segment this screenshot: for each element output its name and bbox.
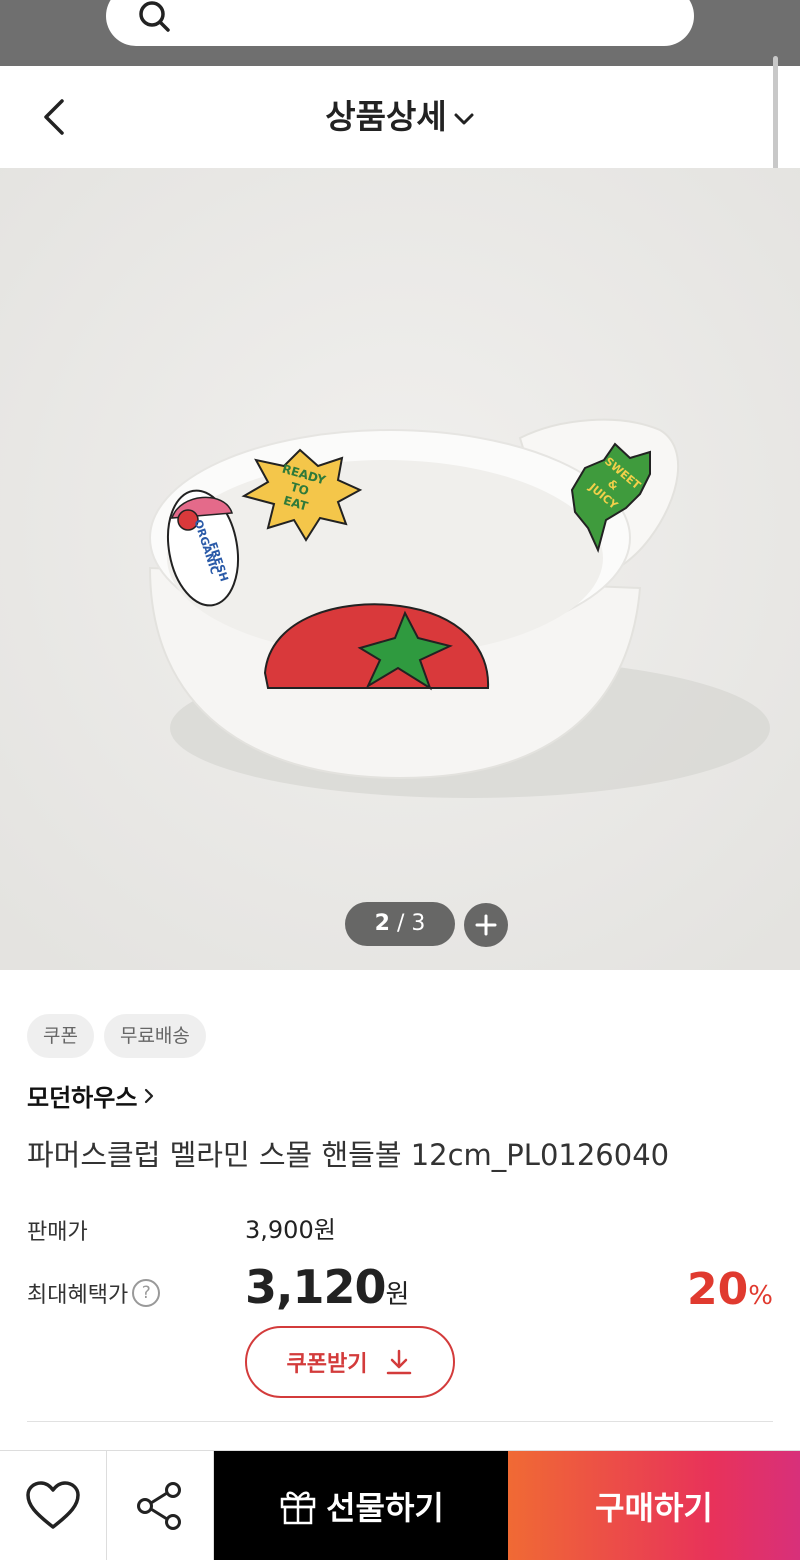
coupon-download-button[interactable]: 쿠폰받기: [245, 1326, 455, 1398]
discount-unit: %: [748, 1281, 773, 1311]
sale-price-label: 판매가: [27, 1220, 88, 1245]
heart-icon: [26, 1481, 80, 1529]
buy-button-label: 구매하기: [595, 1489, 713, 1527]
buy-button[interactable]: 구매하기: [508, 1451, 800, 1560]
plus-icon: [475, 914, 497, 936]
wishlist-button[interactable]: [0, 1451, 107, 1560]
page-title: 상품상세: [325, 97, 447, 136]
tag-free-shipping: 무료배송: [103, 1014, 206, 1058]
product-name: 파머스클럽 멜라민 스몰 핸들볼 12cm_PL0126040: [27, 1138, 670, 1172]
help-icon[interactable]: ?: [132, 1279, 161, 1307]
chevron-right-icon: [145, 1088, 154, 1103]
tag-coupon: 쿠폰: [27, 1014, 94, 1058]
download-icon: [387, 1349, 412, 1375]
max-benefit-amount: 3,120: [245, 1260, 387, 1314]
page-header: 상품상세: [0, 66, 800, 168]
image-pagination: 2 / 3: [345, 902, 455, 946]
search-strip: [0, 0, 800, 66]
divider: [27, 1421, 773, 1422]
chevron-down-icon: [454, 113, 474, 124]
bowl-illustration: ORGANIC FRESH READY TO EAT SWEET & JUICY: [0, 168, 800, 970]
sale-price: 3,900원: [245, 1216, 336, 1244]
max-benefit-label-group: 최대혜택가 ?: [27, 1277, 161, 1309]
bottom-action-bar: 선물하기 구매하기: [0, 1450, 800, 1560]
currency-unit: 원: [385, 1280, 410, 1310]
search-input[interactable]: [106, 0, 694, 46]
gift-button[interactable]: 선물하기: [214, 1451, 508, 1560]
brand-name: 모던하우스: [27, 1084, 138, 1112]
gift-button-label: 선물하기: [326, 1489, 444, 1527]
search-icon[interactable]: [132, 0, 176, 42]
zoom-button[interactable]: [464, 903, 508, 947]
coupon-button-label: 쿠폰받기: [286, 1352, 368, 1377]
gift-icon: [280, 1491, 316, 1525]
total-pages: 3: [411, 911, 426, 936]
share-button[interactable]: [107, 1451, 214, 1560]
max-benefit-price: 3,120원: [245, 1260, 409, 1314]
discount-number: 20: [687, 1264, 749, 1315]
page-title-dropdown[interactable]: 상품상세: [0, 90, 800, 138]
brand-link[interactable]: 모던하우스: [27, 1078, 155, 1113]
current-page: 2: [374, 911, 390, 936]
product-image[interactable]: ORGANIC FRESH READY TO EAT SWEET & JUICY: [0, 168, 800, 970]
max-benefit-label: 최대혜택가: [27, 1283, 129, 1308]
product-tags: 쿠폰 무료배송: [27, 1014, 206, 1058]
share-icon: [137, 1482, 181, 1530]
page-separator: /: [396, 911, 405, 936]
discount-rate: 20%: [687, 1264, 773, 1315]
